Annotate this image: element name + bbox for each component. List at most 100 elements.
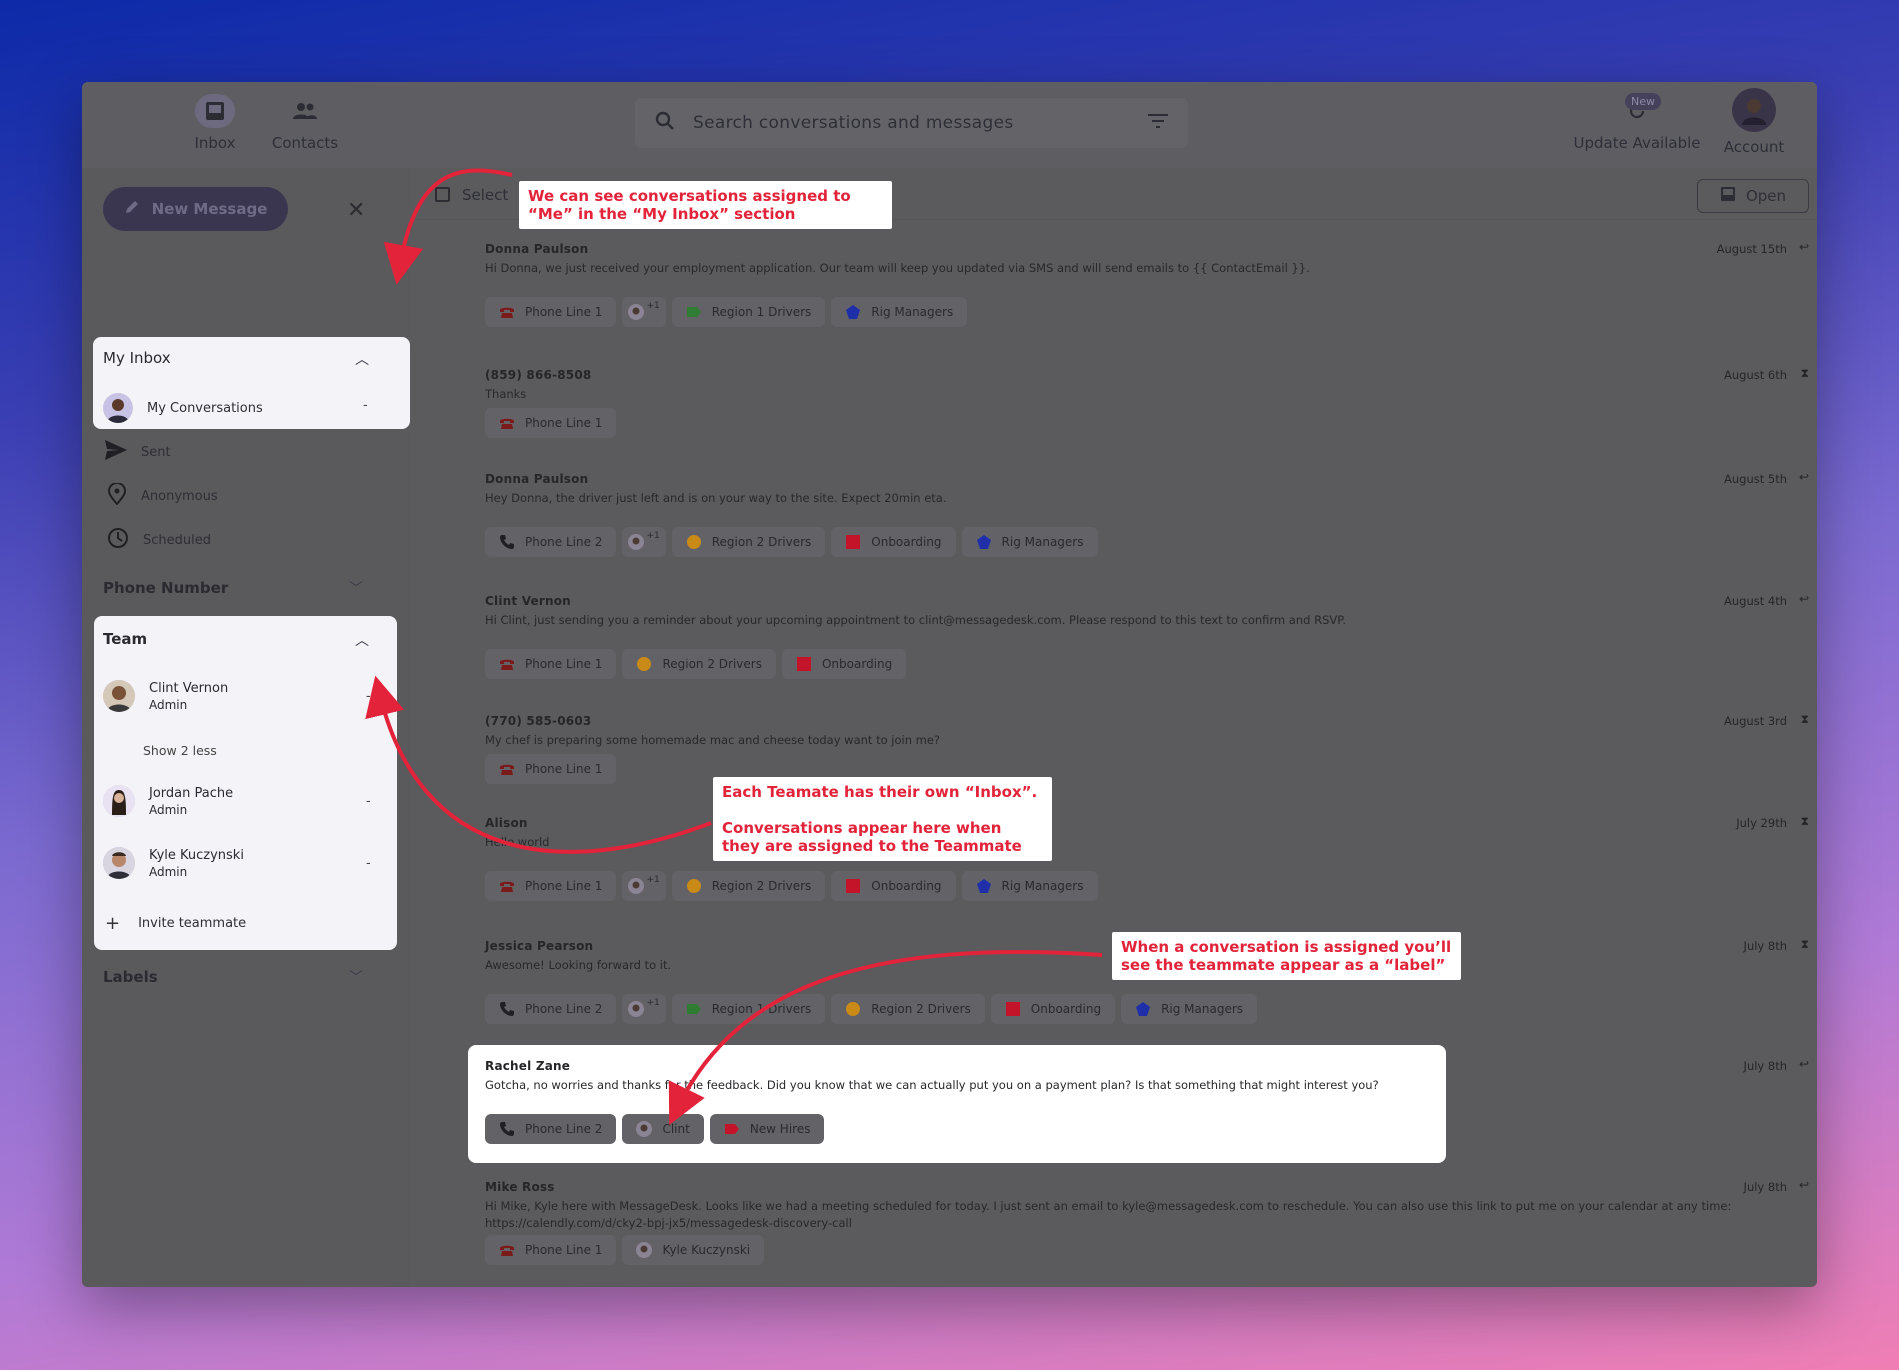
member-count: - <box>366 794 371 809</box>
member-count: - <box>366 856 371 871</box>
nav-contacts[interactable]: Contacts <box>260 94 350 152</box>
nav-inbox[interactable]: Inbox <box>170 94 260 152</box>
reply-icon: ↩ <box>1798 592 1809 606</box>
conversation-row[interactable]: (859) 866-8508 Thanks August 6th ⧗ Phone Lin… <box>410 366 1817 478</box>
sidebar-item-sent[interactable]: Sent <box>105 440 171 464</box>
label-chip[interactable]: Phone Line 1 <box>485 1235 617 1265</box>
label-chip-text: Onboarding <box>871 879 942 893</box>
member-role: Admin <box>149 802 188 817</box>
my-inbox-title: My Inbox <box>103 349 171 367</box>
open-filter-button[interactable]: Open <box>1697 179 1809 213</box>
conversation-row[interactable]: Mike Ross Hi Mike, Kyle here with Message… <box>410 1178 1817 1287</box>
chevron-down-icon[interactable]: ﹀ <box>349 967 363 987</box>
label-chip[interactable]: Rig Managers <box>831 297 968 327</box>
label-chip[interactable]: Rig Managers <box>961 527 1098 557</box>
new-message-label: New Message <box>151 200 268 218</box>
chevron-up-icon[interactable]: ︿ <box>355 349 369 369</box>
invite-teammate-button[interactable]: + Invite teammate <box>105 913 246 934</box>
pentagon-label-icon <box>1136 1002 1151 1016</box>
member-name: Clint Vernon <box>149 680 229 696</box>
label-chip[interactable]: Phone Line 2 <box>485 527 617 557</box>
team-member-clint[interactable]: Clint Vernon Admin <box>103 680 228 712</box>
account[interactable]: Account <box>1709 88 1799 156</box>
member-role: Admin <box>149 697 188 712</box>
my-conversations-item[interactable]: My Conversations <box>103 393 263 423</box>
annotation-line: Conversations appear here when they are … <box>722 819 1022 855</box>
conversation-row[interactable]: Donna Paulson Hey Donna, the driver just … <box>410 470 1817 582</box>
conversation-row[interactable]: Clint Vernon Hi Clint, just sending you a… <box>410 592 1817 704</box>
label-chip-text: Onboarding <box>821 657 893 671</box>
label-chip[interactable]: Phone Line 2 <box>485 994 617 1024</box>
label-chip[interactable]: Clint <box>622 1114 704 1144</box>
my-inbox-section: My Inbox ︿ My Conversations - <box>93 337 410 429</box>
label-chip[interactable]: Onboarding <box>990 994 1116 1024</box>
conversation-row[interactable]: Rachel Zane Gotcha, no worries and thanks… <box>410 1057 1817 1169</box>
label-chip[interactable]: Phone Line 1 <box>485 408 617 438</box>
chevron-up-icon[interactable]: ︿ <box>355 630 369 650</box>
sidebar-item-scheduled[interactable]: Scheduled <box>107 527 211 553</box>
conversation-labels: Phone Line 1 +1 Region 1 Drivers Rig Manage… <box>485 297 968 327</box>
label-chip[interactable]: Onboarding <box>831 527 956 557</box>
label-chip[interactable]: Kyle Kuczynski <box>622 1235 765 1265</box>
label-chip[interactable]: New Hires <box>709 1114 825 1144</box>
show-less-link[interactable]: Show 2 less <box>143 743 217 758</box>
select-all-checkbox[interactable] <box>435 187 450 202</box>
label-chip[interactable]: Phone Line 2 <box>485 1114 617 1144</box>
conversation-preview: Hey Donna, the driver just left and is o… <box>485 491 947 505</box>
label-chip-text: Onboarding <box>1030 1002 1102 1016</box>
square-label-icon <box>796 657 811 671</box>
search-input[interactable]: Search conversations and messages <box>693 113 1013 133</box>
label-chip[interactable]: Onboarding <box>831 871 956 901</box>
new-message-button[interactable]: New Message <box>103 187 288 231</box>
label-chip[interactable]: Rig Managers <box>961 871 1098 901</box>
label-chip-text: Phone Line 1 <box>525 762 603 776</box>
label-chip[interactable]: Phone Line 1 <box>485 649 617 679</box>
avatar <box>103 680 135 712</box>
label-chip-text: Region 2 Drivers <box>662 657 762 671</box>
label-chip[interactable]: Rig Managers <box>1121 994 1258 1024</box>
label-chip[interactable]: +1 <box>622 994 666 1024</box>
label-chip[interactable]: Region 1 Drivers <box>671 994 826 1024</box>
hourglass-icon: ⧗ <box>1800 937 1809 951</box>
reply-icon: ↩ <box>1798 470 1809 484</box>
pentagon-label-icon <box>976 535 991 549</box>
tag-label-icon <box>686 307 701 317</box>
conversation-labels: Phone Line 1 <box>485 754 617 784</box>
nav-contacts-label: Contacts <box>271 134 339 152</box>
conversation-labels: Phone Line 2 +1 Region 2 Drivers Onboarding… <box>485 527 1098 557</box>
label-chip[interactable]: Phone Line 1 <box>485 754 617 784</box>
search-bar[interactable]: Search conversations and messages <box>635 98 1188 148</box>
telephone-icon <box>500 881 514 892</box>
label-chip-text: Onboarding <box>871 535 942 549</box>
label-chip[interactable]: Phone Line 1 <box>485 871 617 901</box>
conversation-preview: Gotcha, no worries and thanks for the fe… <box>485 1078 1379 1092</box>
close-icon[interactable]: ✕ <box>347 198 365 223</box>
team-member-kyle[interactable]: Kyle Kuczynski Admin <box>103 847 244 879</box>
label-chip[interactable]: +1 <box>622 527 666 557</box>
label-chip-text: Region 1 Drivers <box>711 305 812 319</box>
conversation-name: Jessica Pearson <box>485 939 594 953</box>
clock-icon <box>107 527 129 553</box>
label-chip[interactable]: Phone Line 1 <box>485 297 617 327</box>
conversation-row[interactable]: Donna Paulson Hi Donna, we just received … <box>410 240 1817 352</box>
circle-label-icon <box>637 657 652 671</box>
label-chip[interactable]: Onboarding <box>781 649 907 679</box>
label-chip[interactable]: +1 <box>622 297 666 327</box>
member-count: - <box>366 689 371 704</box>
sidebar-item-anonymous[interactable]: Anonymous <box>107 482 218 509</box>
conversation-row[interactable]: (770) 585-0603 My chef is preparing some … <box>410 712 1817 824</box>
member-name: Jordan Pache <box>149 785 234 801</box>
label-chip[interactable]: Region 2 Drivers <box>671 527 826 557</box>
label-chip[interactable]: Region 2 Drivers <box>831 994 985 1024</box>
label-chip[interactable]: Region 2 Drivers <box>671 871 826 901</box>
label-chip[interactable]: Region 2 Drivers <box>622 649 776 679</box>
label-chip[interactable]: +1 <box>622 871 666 901</box>
labels-section-title[interactable]: Labels <box>103 968 158 986</box>
team-member-jordan[interactable]: Jordan Pache Admin <box>103 785 233 817</box>
filter-icon[interactable] <box>1148 113 1168 133</box>
conversation-date: August 15th <box>1716 242 1787 256</box>
chevron-down-icon[interactable]: ﹀ <box>349 578 363 598</box>
conversation-row[interactable]: Alison Hello world July 29th ⧗ Phone Line 1 +… <box>410 814 1817 926</box>
phone-number-section-title[interactable]: Phone Number <box>103 579 228 597</box>
label-chip[interactable]: Region 1 Drivers <box>671 297 826 327</box>
